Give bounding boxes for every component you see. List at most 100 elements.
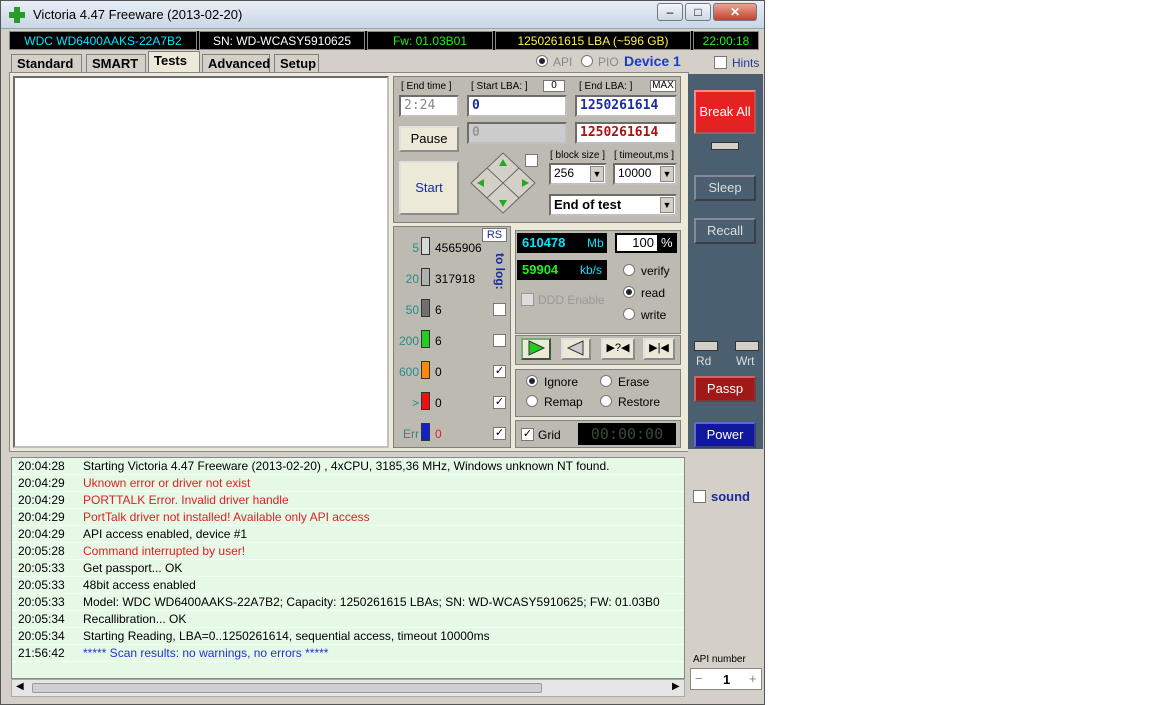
remap-radio[interactable]	[526, 395, 538, 407]
api-number-spinner[interactable]: − 1 +	[690, 668, 762, 690]
passp-button[interactable]: Passp	[694, 376, 756, 402]
maximize-button[interactable]: □	[685, 3, 711, 21]
log-row: 21:56:42 ***** Scan results: no warnings,…	[12, 645, 684, 662]
timeout-value: 10000	[618, 166, 652, 180]
block-color-swatch	[421, 268, 430, 286]
close-button[interactable]: ✕	[713, 3, 757, 21]
log-time: 20:04:28	[18, 459, 65, 473]
block-log-checkbox[interactable]: ✓	[493, 365, 506, 378]
verify-radio[interactable]	[623, 264, 635, 276]
start-lba-input[interactable]: 0	[467, 95, 567, 117]
grid-checkbox[interactable]: ✓	[521, 428, 534, 441]
tab-smart[interactable]: SMART	[86, 54, 146, 72]
block-row: 50 6	[395, 298, 507, 320]
end-time-label: [ End time ]	[401, 81, 452, 92]
block-log-checkbox[interactable]: ✓	[493, 427, 506, 440]
block-count: 0	[435, 427, 442, 441]
erase-label: Erase	[618, 375, 650, 389]
log-time: 20:05:28	[18, 544, 65, 558]
log-rows: 20:04:28 Starting Victoria 4.47 Freeware …	[12, 458, 684, 662]
log-message: PortTalk driver not installed! Available…	[83, 510, 370, 524]
recall-button[interactable]: Recall	[694, 218, 756, 244]
log-horizontal-scrollbar[interactable]: ◀ ▶	[11, 679, 685, 697]
break-all-button[interactable]: Break All	[694, 90, 756, 134]
tab-tests[interactable]: Tests	[148, 51, 200, 72]
log-time: 20:04:29	[18, 476, 65, 490]
clock: 22:00:18	[693, 31, 759, 50]
end-lba-current-field: 1250261614	[575, 122, 677, 144]
tab-setup[interactable]: Setup	[274, 54, 319, 72]
block-color-swatch	[421, 299, 430, 317]
ignore-radio[interactable]	[526, 375, 538, 387]
log-message: Starting Reading, LBA=0..1250261614, seq…	[83, 629, 490, 643]
butterfly-icon[interactable]: ▶|◀	[643, 338, 675, 360]
chevron-down-icon: ▼	[660, 197, 674, 213]
block-log-checkbox[interactable]	[493, 303, 506, 316]
read-indicator	[694, 341, 718, 351]
current-lba-field: 0	[467, 122, 567, 144]
log-time: 20:05:34	[18, 629, 65, 643]
block-log-checkbox[interactable]: ✓	[493, 396, 506, 409]
ddd-checkbox[interactable]	[521, 293, 534, 306]
chevron-down-icon: ▼	[660, 166, 674, 182]
block-label: Err	[403, 427, 419, 441]
log-row: 20:05:33 48bit access enabled	[12, 577, 684, 594]
timer-display: 00:00:00	[578, 423, 676, 445]
log-row: 20:04:28 Starting Victoria 4.47 Freeware …	[12, 458, 684, 475]
log-row: 20:04:29 Uknown error or driver not exist	[12, 475, 684, 492]
sound-checkbox[interactable]	[693, 490, 706, 503]
hints-label: Hints	[732, 56, 760, 70]
timeout-select[interactable]: 10000 ▼	[613, 163, 677, 185]
log-row: 20:05:28 Command interrupted by user!	[12, 543, 684, 560]
plus-icon[interactable]: +	[749, 671, 757, 686]
log-time: 20:05:33	[18, 595, 65, 609]
power-button[interactable]: Power	[694, 422, 756, 448]
read-radio[interactable]	[623, 286, 635, 298]
rewind-icon[interactable]	[561, 338, 591, 360]
api-number-label: API number	[693, 654, 746, 665]
tab-advanced[interactable]: Advanced	[202, 54, 270, 72]
end-lba-input[interactable]: 1250261614	[575, 95, 677, 117]
tab-standard[interactable]: Standard	[11, 54, 82, 72]
log-time: 21:56:42	[18, 646, 65, 660]
api-radio[interactable]	[536, 55, 548, 67]
block-row: 20 317918	[395, 267, 507, 289]
verify-label: verify	[641, 264, 670, 278]
sleep-button[interactable]: Sleep	[694, 175, 756, 201]
block-label: 600	[398, 365, 419, 379]
write-radio[interactable]	[623, 308, 635, 320]
block-size-select[interactable]: 256 ▼	[549, 163, 607, 185]
log-row: 20:04:29 PORTTALK Error. Invalid driver h…	[12, 492, 684, 509]
log-time: 20:05:33	[18, 561, 65, 575]
start-lba-zero-button[interactable]: 0	[543, 80, 565, 92]
remap-label: Remap	[544, 395, 583, 409]
end-action-select[interactable]: End of test ▼	[549, 194, 677, 216]
end-lba-max-button[interactable]: MAX	[650, 80, 676, 92]
block-log-checkbox[interactable]	[493, 334, 506, 347]
mb-value: 610478	[522, 235, 566, 250]
pause-button[interactable]: Pause	[399, 126, 459, 152]
block-color-swatch	[421, 423, 430, 441]
hints-checkbox[interactable]	[714, 56, 727, 69]
log-row: 20:04:29 PortTalk driver not installed! A…	[12, 509, 684, 526]
minimize-button[interactable]: –	[657, 3, 683, 21]
restore-radio[interactable]	[600, 395, 612, 407]
scroll-thumb[interactable]	[32, 683, 542, 693]
play-icon[interactable]	[521, 338, 551, 360]
drive-model: WDC WD6400AAKS-22A7B2	[9, 31, 197, 50]
block-color-swatch	[421, 237, 430, 255]
random-seek-icon[interactable]: ▶?◀	[601, 338, 635, 360]
grid-label: Grid	[538, 428, 561, 442]
erase-radio[interactable]	[600, 375, 612, 387]
ddd-label: DDD Enable	[538, 293, 605, 307]
direction-checkbox[interactable]	[525, 154, 538, 167]
pio-radio[interactable]	[581, 55, 593, 67]
scroll-right-icon[interactable]: ▶	[672, 681, 680, 692]
log-row: 20:05:34 Starting Reading, LBA=0..1250261…	[12, 628, 684, 645]
end-time-input[interactable]: 2:24	[399, 95, 459, 117]
log-time: 20:05:33	[18, 578, 65, 592]
scroll-left-icon[interactable]: ◀	[16, 681, 24, 692]
drive-info-bar: WDC WD6400AAKS-22A7B2 SN: WD-WCASY591062…	[9, 31, 759, 50]
start-button[interactable]: Start	[399, 161, 459, 215]
minus-icon[interactable]: −	[695, 671, 703, 686]
